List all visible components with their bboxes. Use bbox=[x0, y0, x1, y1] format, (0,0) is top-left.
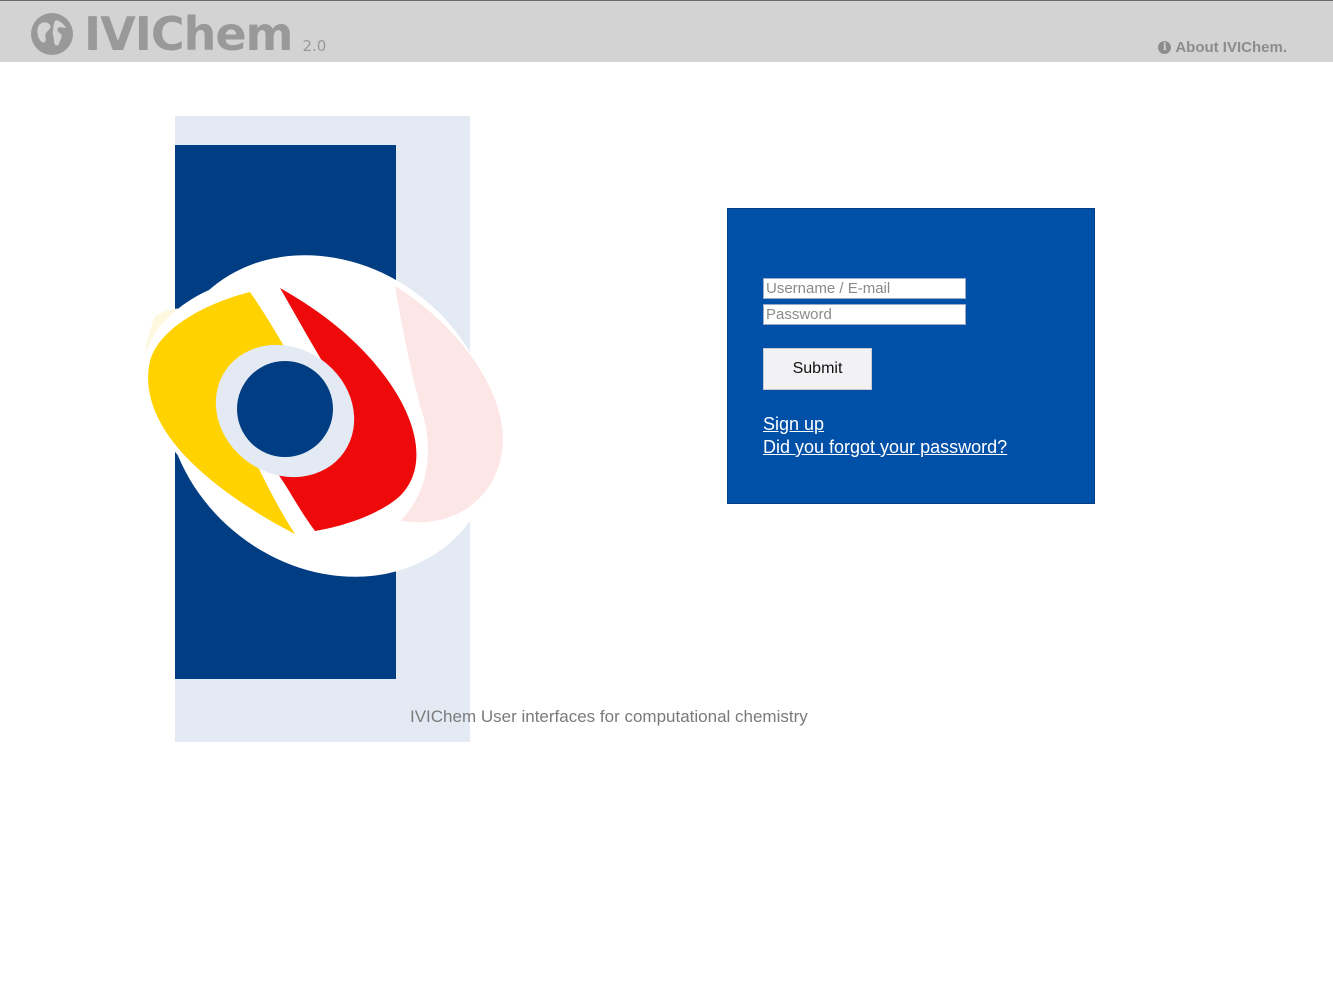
about-link[interactable]: i About IVIChem. bbox=[1158, 39, 1287, 56]
brand-name: IVIChem bbox=[84, 7, 293, 61]
password-input[interactable] bbox=[763, 304, 966, 325]
login-panel: Submit Sign up Did you forgot your passw… bbox=[727, 208, 1095, 504]
top-header: IVIChem 2.0 i About IVIChem. bbox=[0, 0, 1333, 62]
info-icon: i bbox=[1158, 41, 1172, 54]
footer-tagline: IVIChem User interfaces for computationa… bbox=[410, 707, 808, 726]
about-label: About IVIChem. bbox=[1175, 39, 1287, 56]
submit-button[interactable]: Submit bbox=[763, 348, 872, 390]
ivichem-logo bbox=[143, 116, 503, 742]
forgot-password-link[interactable]: Did you forgot your password? bbox=[763, 437, 1007, 458]
username-input[interactable] bbox=[763, 278, 966, 299]
brand-logo[interactable]: IVIChem 2.0 bbox=[30, 9, 326, 59]
brand-version: 2.0 bbox=[302, 37, 327, 55]
globe-icon bbox=[31, 13, 73, 55]
signup-link[interactable]: Sign up bbox=[763, 414, 824, 435]
